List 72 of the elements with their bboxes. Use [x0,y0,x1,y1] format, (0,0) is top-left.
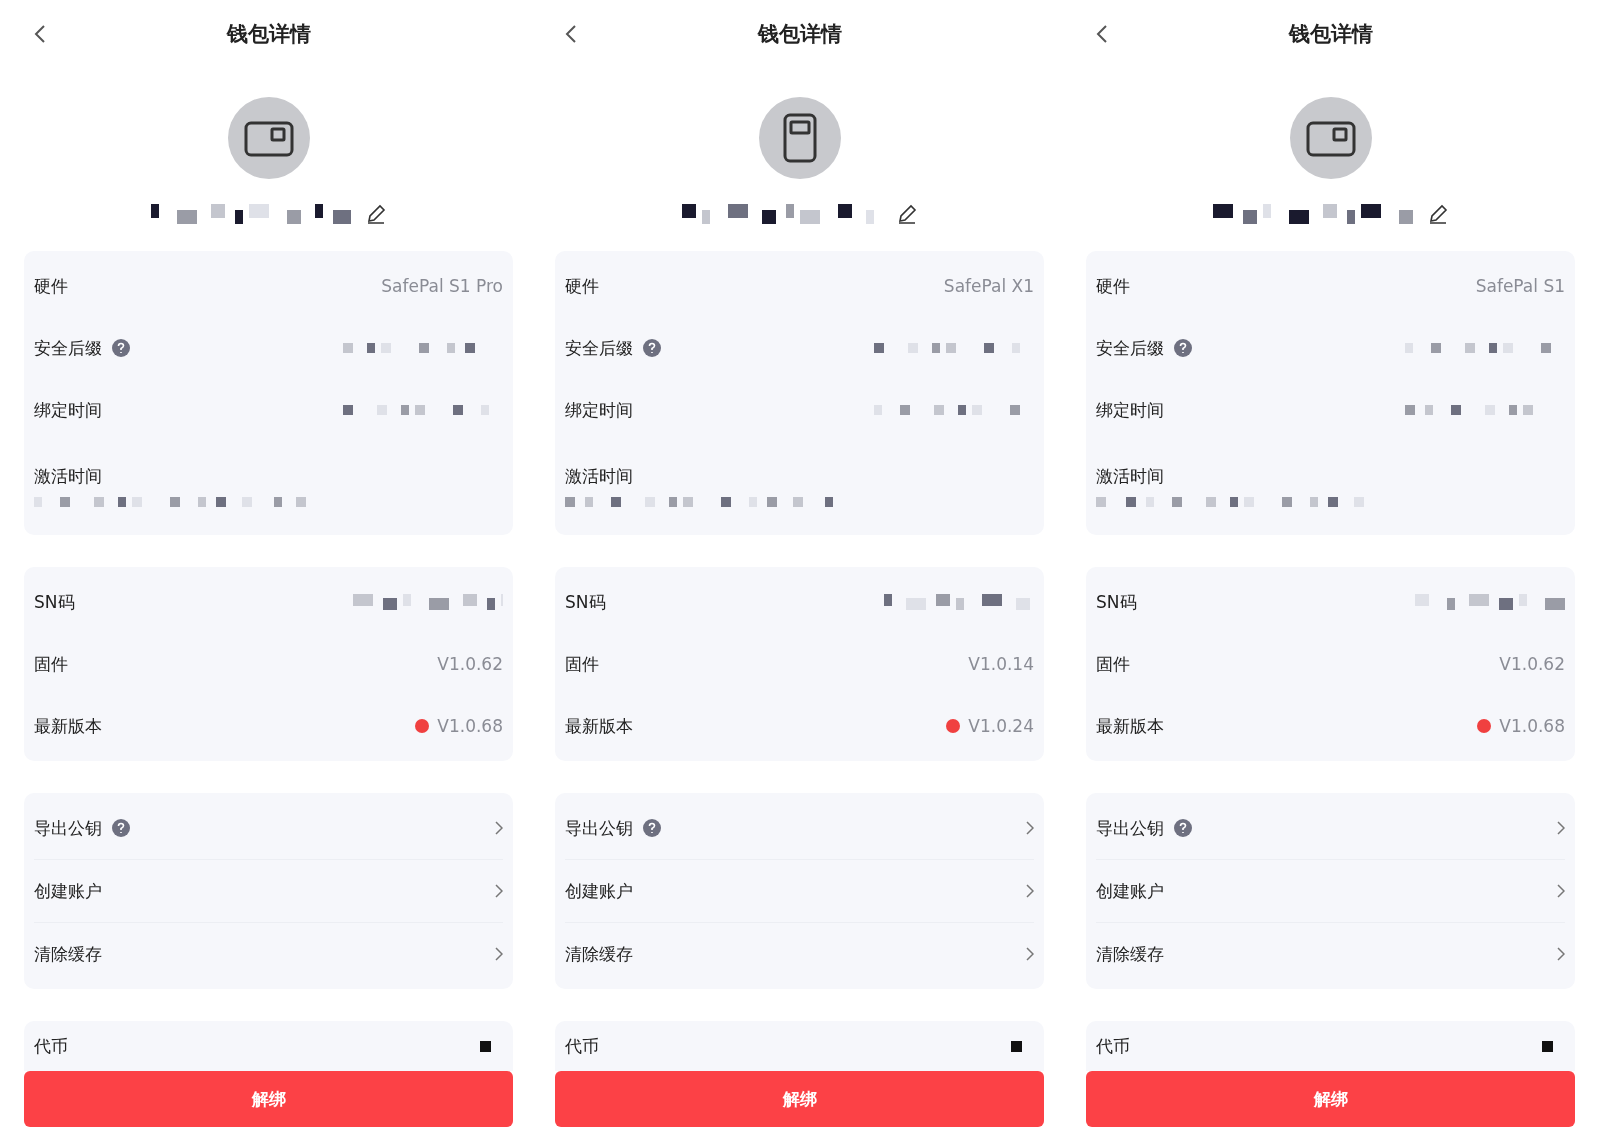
row-label: 绑定时间 [565,398,633,422]
row-label: 最新版本 [1096,714,1164,738]
menu-item[interactable]: 导出公钥 [1096,797,1565,860]
help-icon[interactable] [643,819,661,837]
unbind-button[interactable]: 解绑 [1086,1071,1575,1127]
help-icon[interactable] [643,339,661,357]
row-value: SafePal X1 [943,276,1034,296]
chevron-right-icon [1557,821,1565,835]
menu-item[interactable]: 清除缓存 [1096,923,1565,985]
row-label: 固件 [565,652,599,676]
row-label: 激活时间 [1096,464,1164,488]
help-icon[interactable] [1174,339,1192,357]
menu-item[interactable]: 创建账户 [565,860,1034,923]
row-label: 代币 [34,1034,68,1058]
menu-item[interactable]: 导出公钥 [34,797,503,860]
menu-item[interactable]: 清除缓存 [565,923,1034,985]
chevron-right-icon [1557,884,1565,898]
chevron-right-icon [1026,821,1034,835]
chevron-right-icon [1026,947,1034,961]
page-title: 钱包详情 [1288,21,1373,48]
row-value: V1.0.24 [968,716,1034,736]
redacted-value-drawing [1542,1040,1553,1052]
back-icon[interactable] [1096,24,1108,44]
row-value: V1.0.14 [968,654,1034,674]
row-label: 代币 [565,1034,599,1058]
back-icon[interactable] [565,24,577,44]
chevron-right-icon [495,947,503,961]
row-label: 安全后缀 [1096,336,1164,360]
help-icon[interactable] [1174,819,1192,837]
menu-item[interactable]: 导出公钥 [565,797,1034,860]
row-value: SafePal S1 Pro [381,276,503,296]
row-label: 绑定时间 [1096,398,1164,422]
row-label: 硬件 [1096,274,1130,298]
row-label: 硬件 [565,274,599,298]
row-label: 激活时间 [565,464,633,488]
back-icon[interactable] [34,24,46,44]
redacted-value-drawing [480,1040,491,1052]
chevron-right-icon [1557,947,1565,961]
unbind-button[interactable]: 解绑 [555,1071,1044,1127]
row-value: V1.0.62 [1499,654,1565,674]
row-label: 最新版本 [565,714,633,738]
row-label: SN码 [565,590,606,614]
help-icon[interactable] [112,819,130,837]
unbind-button[interactable]: 解绑 [24,1071,513,1127]
page-title: 钱包详情 [226,21,311,48]
row-label: 硬件 [34,274,68,298]
help-icon[interactable] [112,339,130,357]
row-label: 激活时间 [34,464,102,488]
wallet-device-icon [227,97,310,179]
menu-item[interactable]: 创建账户 [34,860,503,923]
row-label: SN码 [34,590,75,614]
chevron-right-icon [495,821,503,835]
menu-item[interactable]: 创建账户 [1096,860,1565,923]
redacted-value-drawing [1011,1040,1022,1052]
chevron-right-icon [1026,884,1034,898]
row-label: 绑定时间 [34,398,102,422]
row-label: 固件 [34,652,68,676]
row-label: SN码 [1096,590,1137,614]
menu-item[interactable]: 清除缓存 [34,923,503,985]
row-value: V1.0.68 [1499,716,1565,736]
row-label: 安全后缀 [565,336,633,360]
row-label: 安全后缀 [34,336,102,360]
row-label: 固件 [1096,652,1130,676]
row-value: SafePal S1 [1475,276,1565,296]
row-label: 代币 [1096,1034,1130,1058]
page-title: 钱包详情 [757,21,842,48]
row-value: V1.0.68 [437,716,503,736]
chevron-right-icon [495,884,503,898]
wallet-device-icon [1289,97,1372,179]
row-value: V1.0.62 [437,654,503,674]
row-label: 最新版本 [34,714,102,738]
wallet-device-icon [758,97,841,179]
